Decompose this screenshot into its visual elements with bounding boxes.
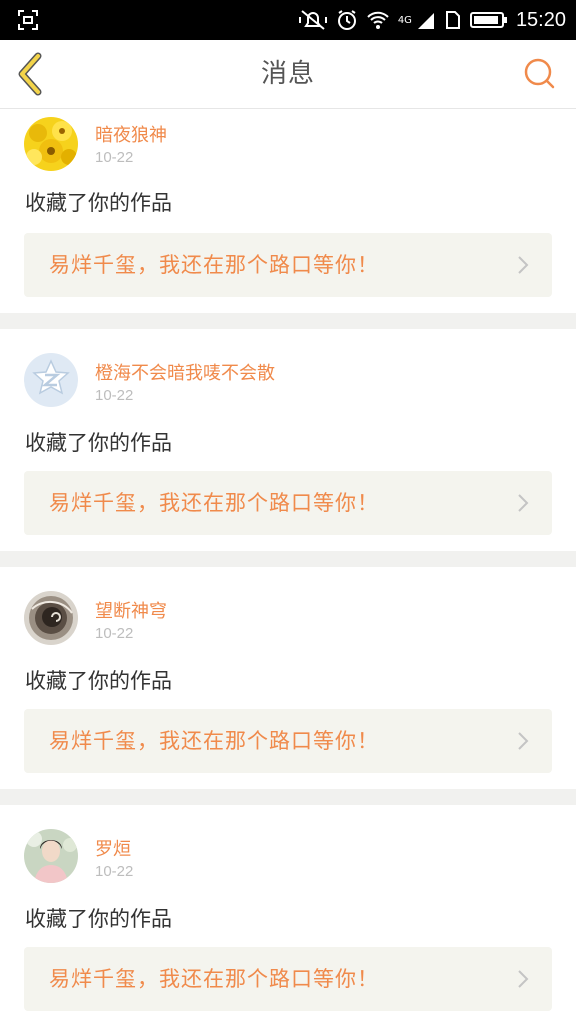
message-action: 收藏了你的作品 xyxy=(25,907,172,931)
sim-icon xyxy=(445,11,460,29)
sender-name[interactable]: 橙海不会暗我唛不会散 xyxy=(95,359,275,385)
page-title: 消息 xyxy=(260,59,315,89)
sunflower-avatar[interactable] xyxy=(24,117,78,171)
work-title: 易烊千玺，我还在那个路口等你！ xyxy=(49,253,379,277)
status-bar: 4G 15:20 xyxy=(0,0,576,40)
sender-name[interactable]: 罗烜 xyxy=(95,835,131,861)
work-title: 易烊千玺，我还在那个路口等你！ xyxy=(49,491,379,515)
signal-icon xyxy=(417,13,434,29)
alarm-icon xyxy=(337,10,356,30)
network-type-label: 4G xyxy=(397,14,412,26)
message-item: 橙海不会暗我唛不会散 10-22 收藏了你的作品 易烊千玺，我还在那个路口等你！ xyxy=(0,329,576,535)
app-header: 消息 xyxy=(0,40,576,109)
message-date: 10-22 xyxy=(95,625,134,642)
message-date: 10-22 xyxy=(95,149,134,166)
work-link[interactable]: 易烊千玺，我还在那个路口等你！ xyxy=(24,947,552,1011)
message-item: 罗烜 10-22 收藏了你的作品 易烊千玺，我还在那个路口等你！ xyxy=(0,805,576,1011)
message-action: 收藏了你的作品 xyxy=(25,191,172,215)
divider xyxy=(0,789,576,805)
message-date: 10-22 xyxy=(95,387,134,404)
qzone-default-avatar[interactable] xyxy=(24,353,78,407)
message-date: 10-22 xyxy=(95,863,134,880)
chevron-right-icon xyxy=(518,970,529,988)
vibrate-mute-icon xyxy=(298,10,327,30)
work-link[interactable]: 易烊千玺，我还在那个路口等你！ xyxy=(24,471,552,535)
sender-name[interactable]: 暗夜狼神 xyxy=(95,121,167,147)
screenshot-icon xyxy=(18,10,38,30)
chevron-right-icon xyxy=(518,256,529,274)
work-title: 易烊千玺，我还在那个路口等你！ xyxy=(49,729,379,753)
search-icon[interactable] xyxy=(522,56,556,90)
sender-name[interactable]: 望断神穹 xyxy=(95,597,167,623)
wifi-icon xyxy=(367,11,389,29)
divider xyxy=(0,551,576,567)
message-item: 望断神穹 10-22 收藏了你的作品 易烊千玺，我还在那个路口等你！ xyxy=(0,567,576,773)
clock-time: 15:20 xyxy=(515,8,566,31)
battery-icon xyxy=(469,12,507,28)
work-title: 易烊千玺，我还在那个路口等你！ xyxy=(49,967,379,991)
message-action: 收藏了你的作品 xyxy=(25,669,172,693)
chevron-right-icon xyxy=(518,732,529,750)
work-link[interactable]: 易烊千玺，我还在那个路口等你！ xyxy=(24,709,552,773)
message-list[interactable]: 暗夜狼神 10-22 收藏了你的作品 易烊千玺，我还在那个路口等你！ 橙海不会暗… xyxy=(0,109,576,1024)
spiral-avatar[interactable] xyxy=(24,591,78,645)
message-item: 暗夜狼神 10-22 收藏了你的作品 易烊千玺，我还在那个路口等你！ xyxy=(0,109,576,297)
work-link[interactable]: 易烊千玺，我还在那个路口等你！ xyxy=(24,233,552,297)
divider xyxy=(0,313,576,329)
message-action: 收藏了你的作品 xyxy=(25,431,172,455)
chevron-right-icon xyxy=(518,494,529,512)
portrait-avatar[interactable] xyxy=(24,829,78,883)
